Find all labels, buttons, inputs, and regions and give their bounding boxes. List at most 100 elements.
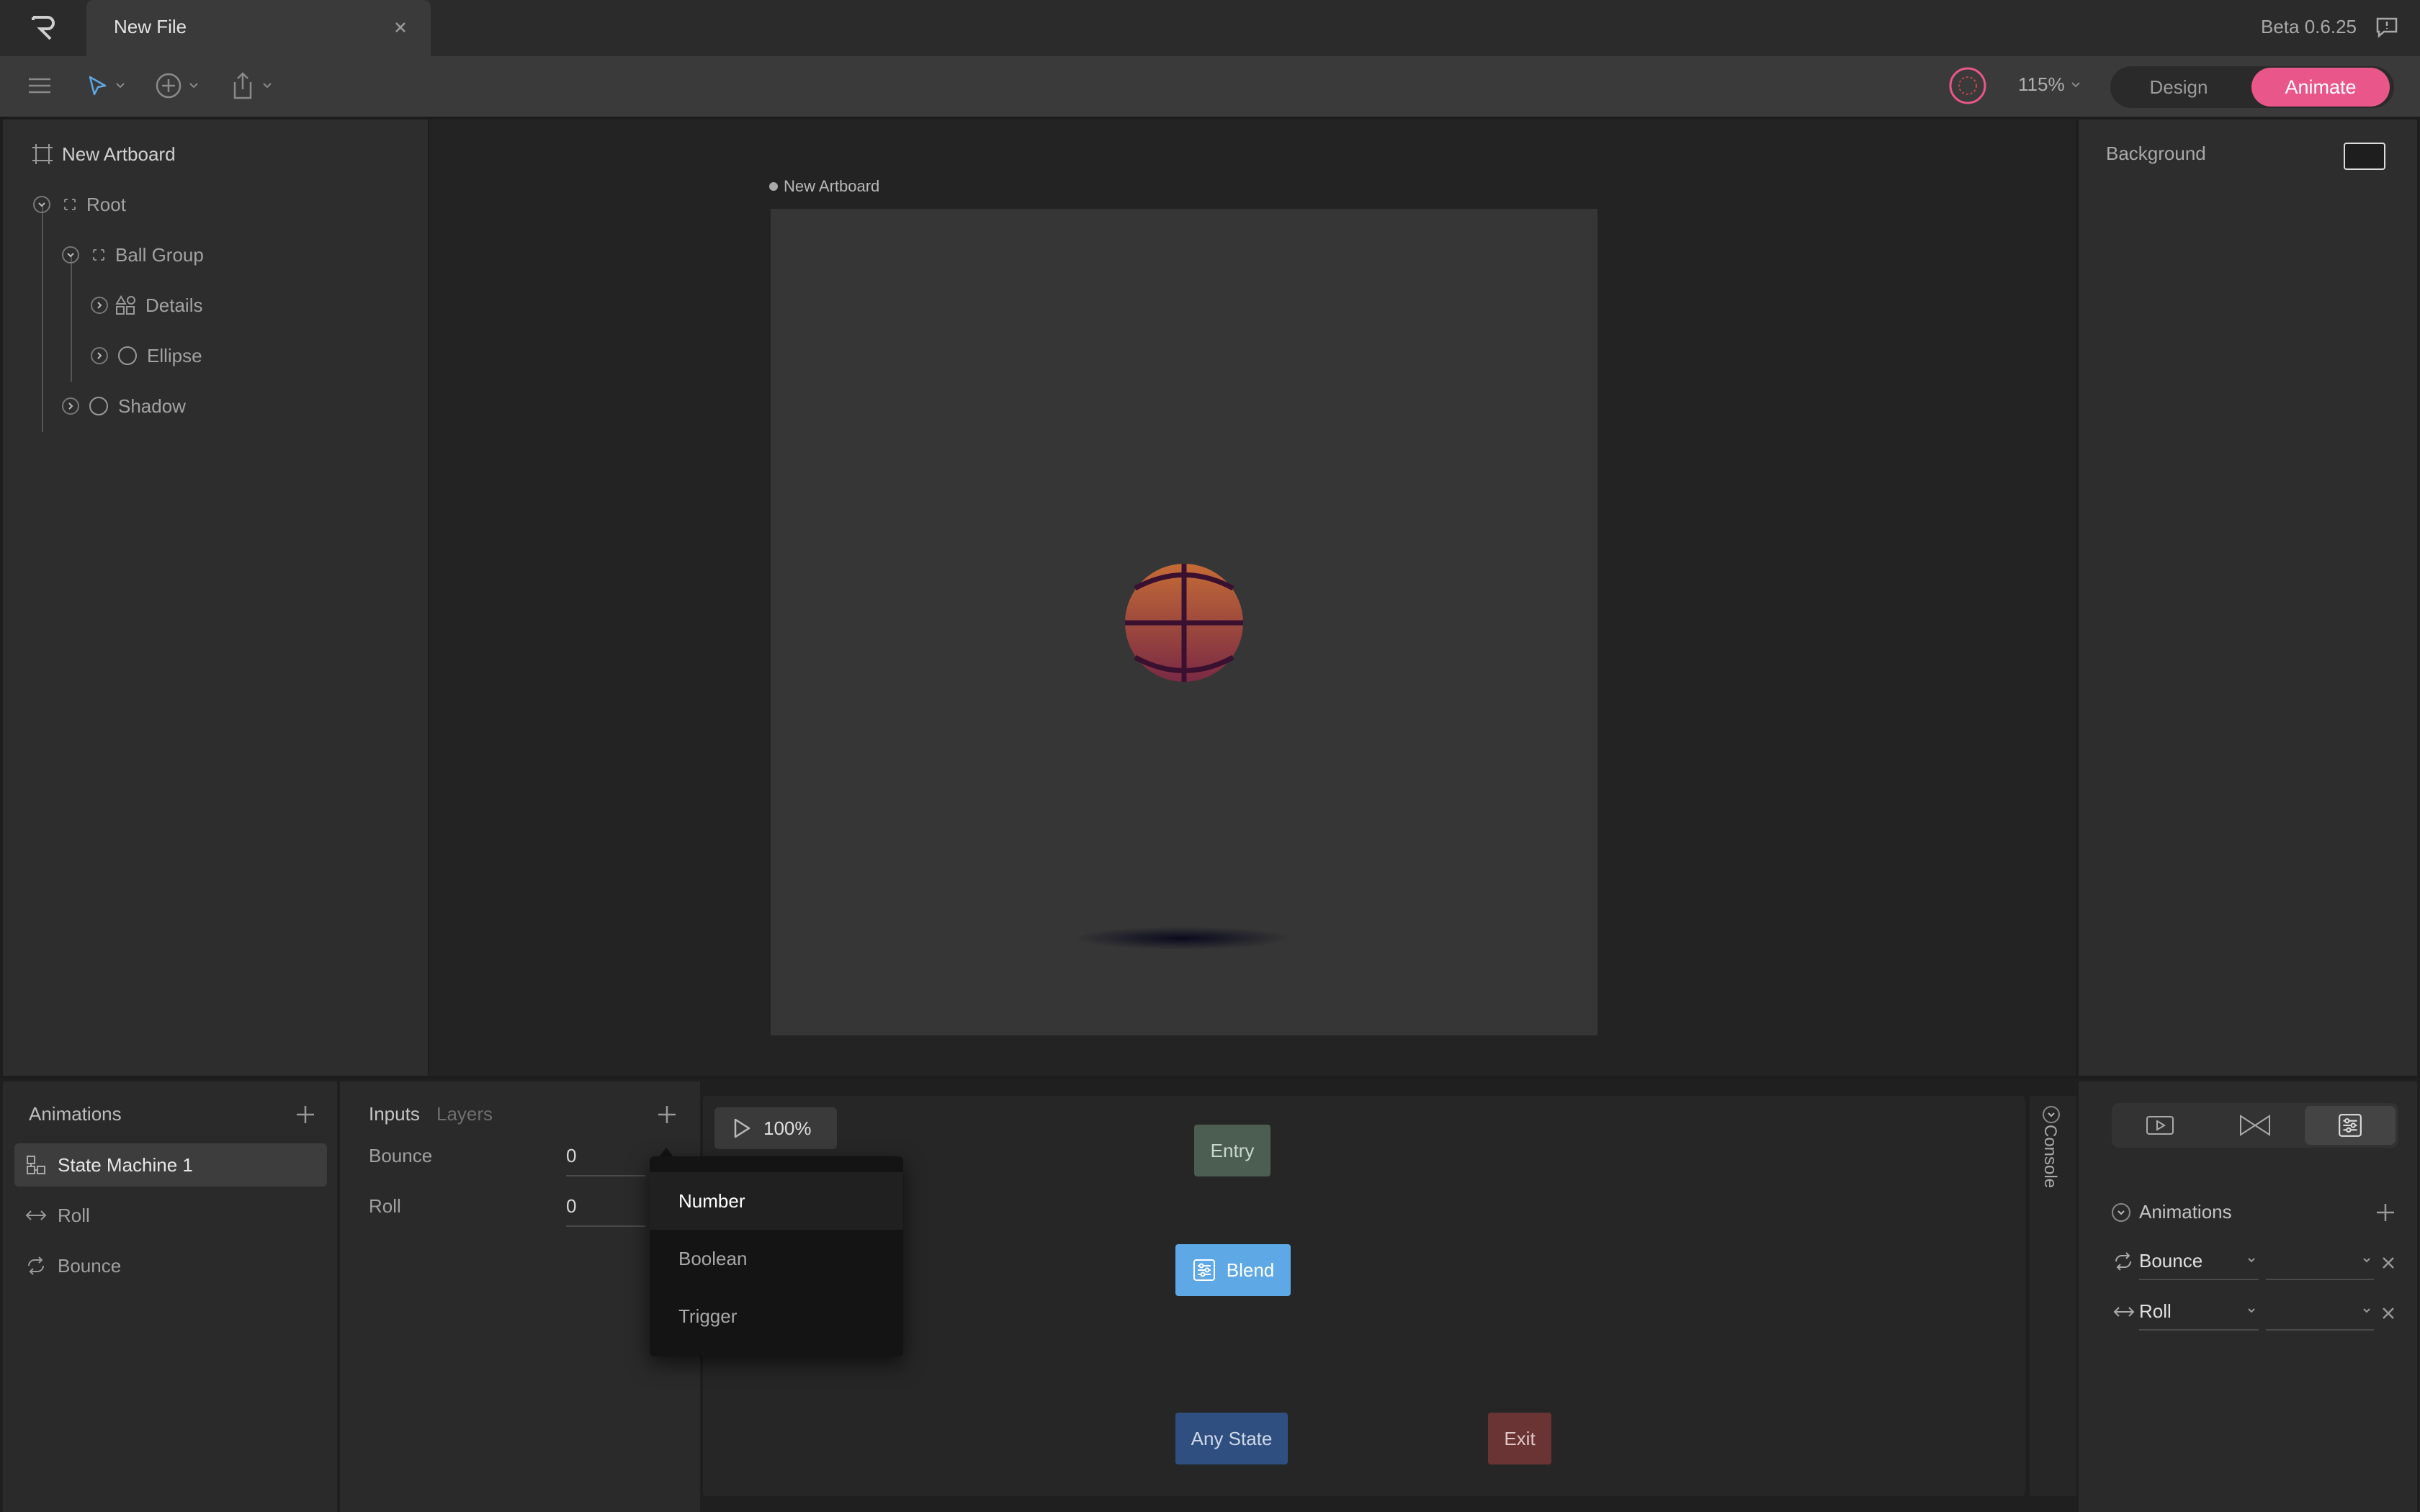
collapse-icon[interactable] <box>33 196 50 213</box>
ping-pong-icon <box>2113 1307 2135 1317</box>
feedback-icon[interactable] <box>2374 14 2400 40</box>
expand-icon[interactable] <box>62 397 79 415</box>
input-select[interactable] <box>2266 1297 2374 1331</box>
add-blend-animation-icon[interactable] <box>2374 1201 2397 1224</box>
animation-select[interactable]: Bounce <box>2139 1247 2259 1280</box>
inspector-panel: Background <box>2079 120 2417 1076</box>
view-switch <box>2112 1103 2398 1148</box>
artboard-label[interactable]: New Artboard <box>769 177 879 196</box>
state-node-entry[interactable]: Entry <box>1194 1125 1270 1176</box>
ping-pong-icon <box>25 1210 47 1220</box>
blend-icon <box>1193 1259 1215 1281</box>
zoom-control[interactable]: 115% <box>2018 73 2081 96</box>
animation-item-roll[interactable]: Roll <box>14 1194 327 1237</box>
animate-mode-button[interactable]: Animate <box>2251 68 2390 107</box>
chevron-down-icon <box>2363 1308 2370 1313</box>
collapse-icon[interactable] <box>62 246 79 264</box>
add-animation-icon[interactable] <box>294 1103 317 1126</box>
create-tool-button[interactable] <box>154 69 199 102</box>
inputs-panel: Inputs Layers Bounce 0 Roll 0 <box>340 1081 700 1512</box>
blend-row-roll: Roll <box>2112 1297 2400 1333</box>
close-icon[interactable] <box>390 17 411 37</box>
blend-view-button[interactable] <box>2305 1106 2396 1145</box>
animation-select[interactable]: Roll <box>2139 1297 2259 1331</box>
tree-item-details[interactable]: Details <box>91 291 202 320</box>
ellipse-icon <box>118 346 137 365</box>
dropdown-option-trigger[interactable]: Trigger <box>650 1287 903 1345</box>
chevron-down-icon <box>116 83 125 89</box>
animation-select-value: Bounce <box>2139 1250 2203 1272</box>
add-input-icon[interactable] <box>655 1103 678 1126</box>
artboard[interactable] <box>771 209 1597 1035</box>
blend-icon <box>2339 1114 2362 1137</box>
artboard-icon <box>32 144 53 164</box>
add-circle-icon <box>156 73 182 99</box>
play-box-icon <box>2146 1116 2174 1135</box>
title-bar: New File Beta 0.6.25 <box>0 0 2420 56</box>
animation-item-label: Bounce <box>58 1254 122 1277</box>
record-indicator-icon[interactable] <box>1948 67 1988 104</box>
transition-view-button[interactable] <box>2210 1106 2300 1145</box>
rive-logo-icon[interactable] <box>0 0 86 56</box>
input-value-field[interactable]: 0 <box>566 1145 645 1176</box>
share-icon <box>233 72 252 99</box>
menu-icon[interactable] <box>26 69 53 102</box>
tree-guide-line <box>42 204 43 432</box>
tree-item-root[interactable]: Root <box>33 190 126 219</box>
tree-item-shadow[interactable]: Shadow <box>62 392 186 420</box>
input-value-field[interactable]: 0 <box>566 1195 645 1227</box>
tab-layers[interactable]: Layers <box>436 1103 493 1125</box>
shapes-icon <box>115 295 135 315</box>
input-select[interactable] <box>2266 1247 2374 1280</box>
remove-icon[interactable] <box>2380 1254 2397 1272</box>
playback-speed: 100% <box>763 1117 812 1139</box>
basketball-illustration <box>1075 564 1291 950</box>
tree-item-artboard[interactable]: New Artboard <box>32 140 176 168</box>
loop-icon <box>2115 1252 2131 1271</box>
animation-view-button[interactable] <box>2115 1106 2205 1145</box>
collapse-icon[interactable] <box>2043 1106 2060 1123</box>
dropdown-option-boolean[interactable]: Boolean <box>650 1230 903 1287</box>
tree-item-label: Details <box>145 294 203 316</box>
blend-animations-title: Animations <box>2139 1201 2232 1223</box>
pointer-icon <box>89 76 107 96</box>
animation-item-state-machine[interactable]: State Machine 1 <box>14 1143 327 1187</box>
tree-item-label: New Artboard <box>62 143 176 165</box>
state-machine-icon <box>27 1156 45 1174</box>
chevron-down-icon <box>189 83 198 89</box>
export-button[interactable] <box>229 69 272 102</box>
file-tab-title: New File <box>114 16 187 37</box>
state-node-blend[interactable]: Blend <box>1175 1244 1291 1296</box>
input-label: Bounce <box>369 1145 433 1166</box>
ellipse-icon <box>89 397 108 415</box>
animation-item-bounce[interactable]: Bounce <box>14 1244 327 1287</box>
select-tool-button[interactable] <box>85 69 125 102</box>
input-row-roll: Roll 0 <box>369 1195 686 1231</box>
console-panel[interactable]: Console <box>2030 1096 2076 1496</box>
state-node-exit[interactable]: Exit <box>1488 1413 1551 1464</box>
expand-icon[interactable] <box>91 297 108 314</box>
collapse-icon[interactable] <box>2112 1202 2130 1222</box>
expand-icon[interactable] <box>91 347 108 364</box>
play-control[interactable]: 100% <box>714 1107 837 1149</box>
dropdown-option-number[interactable]: Number <box>650 1172 903 1230</box>
tab-inputs[interactable]: Inputs <box>369 1103 420 1125</box>
chevron-down-icon <box>263 83 272 89</box>
remove-icon[interactable] <box>2380 1305 2397 1322</box>
tree-item-ball-group[interactable]: Ball Group <box>62 240 204 269</box>
design-mode-button[interactable]: Design <box>2110 66 2247 108</box>
file-tab[interactable]: New File <box>86 0 431 56</box>
artboard-dot-icon <box>769 182 778 191</box>
tree-item-label: Ellipse <box>147 344 202 366</box>
tree-item-ellipse[interactable]: Ellipse <box>91 341 202 370</box>
version-label: Beta 0.6.25 <box>2261 16 2357 37</box>
animation-select-value: Roll <box>2139 1300 2172 1322</box>
chevron-down-icon <box>2363 1258 2370 1263</box>
tree-item-label: Ball Group <box>115 243 204 266</box>
state-node-label: Blend <box>1226 1259 1275 1281</box>
bowtie-icon <box>2240 1115 2270 1136</box>
hierarchy-panel: New Artboard Root Ball Group Details Ell… <box>3 120 428 1076</box>
background-color-swatch[interactable] <box>2344 143 2385 170</box>
state-node-any-state[interactable]: Any State <box>1175 1413 1288 1464</box>
zoom-value: 115% <box>2018 73 2065 95</box>
